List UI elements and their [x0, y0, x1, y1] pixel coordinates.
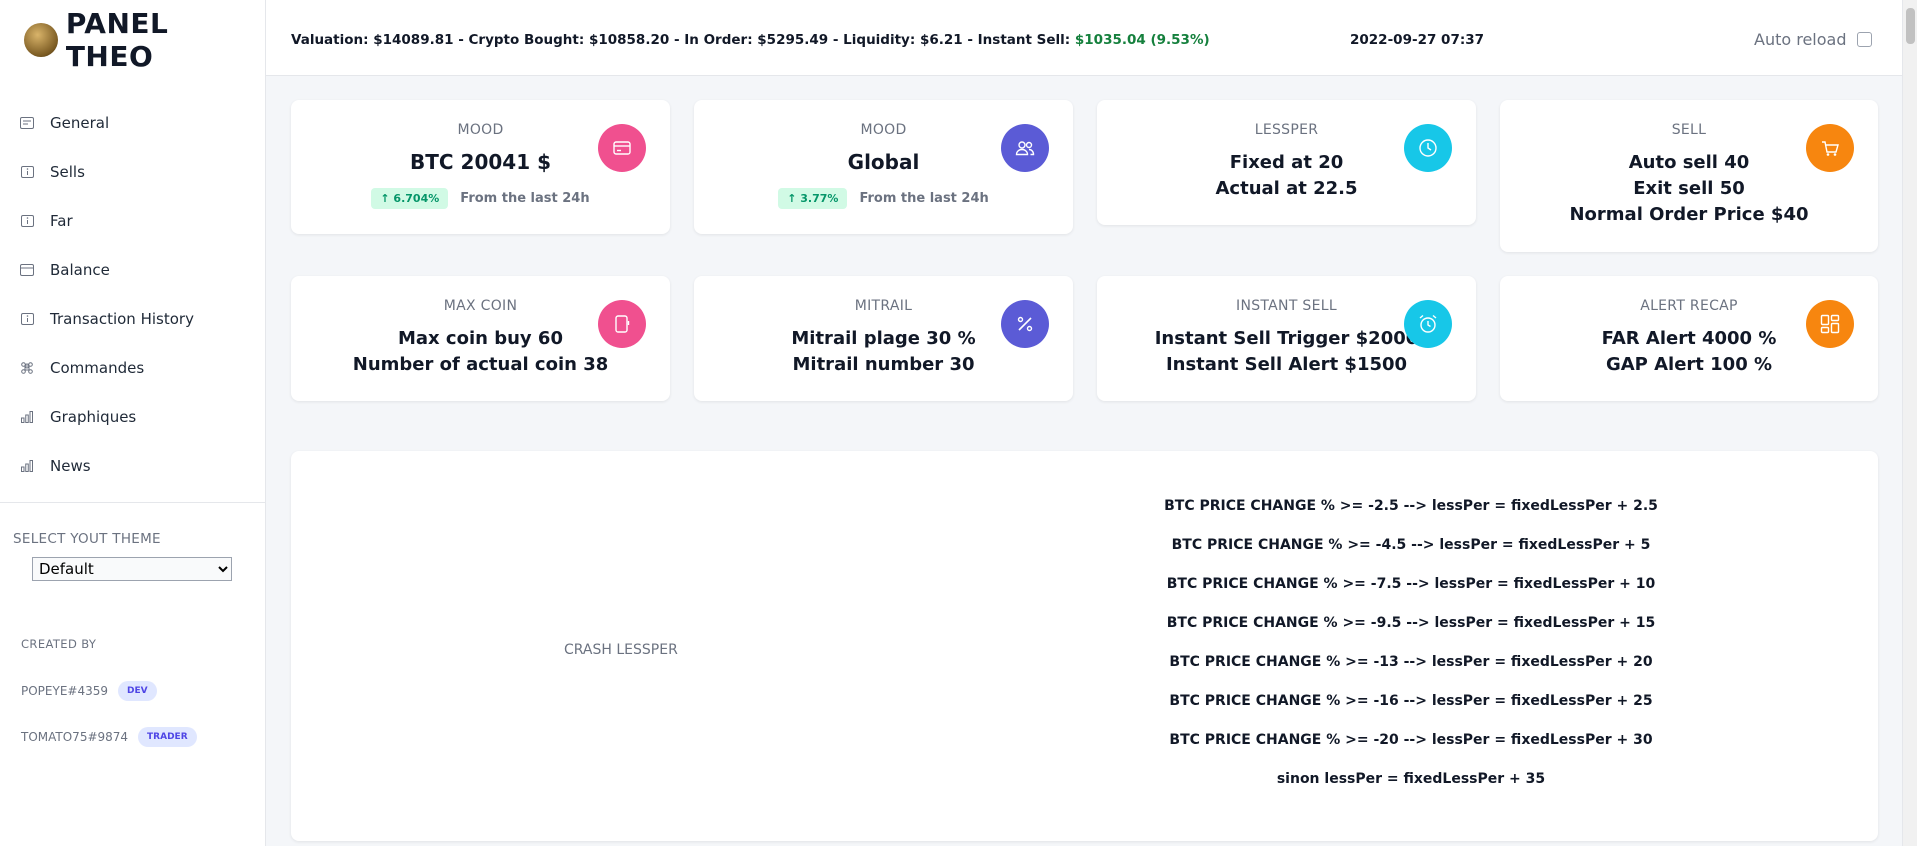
info-icon [20, 165, 34, 179]
sidebar-item-sells[interactable]: Sells [0, 147, 265, 196]
crash-rule: BTC PRICE CHANGE % >= -13 --> lessPer = … [1169, 654, 1653, 670]
sidebar-item-commandes[interactable]: Commandes [0, 343, 265, 392]
top-bar: Valuation: $14089.81 - Crypto Bought: $1… [266, 0, 1902, 76]
crash-rule: BTC PRICE CHANGE % >= -2.5 --> lessPer =… [1164, 498, 1658, 514]
auto-reload-checkbox[interactable] [1856, 32, 1872, 47]
crash-rule: BTC PRICE CHANGE % >= -4.5 --> lessPer =… [1171, 537, 1651, 553]
alarm-icon [1404, 300, 1452, 348]
sidebar-item-label: Balance [50, 260, 110, 279]
trend-text: From the last 24h [460, 191, 590, 206]
created-by-heading: CREATED BY [21, 637, 97, 651]
command-icon [20, 361, 34, 375]
trend-text: From the last 24h [859, 191, 989, 206]
crash-rule: sinon lessPer = fixedLessPer + 35 [1276, 771, 1546, 787]
datetime: 2022-09-27 07:37 [1350, 32, 1485, 48]
card-mood-btc: MOOD BTC 20041 $ ↑ 6.704% From the last … [291, 100, 670, 234]
tablet-icon [598, 300, 646, 348]
sidebar-item-label: Far [50, 211, 73, 230]
card-lessper: LESSPER Fixed at 20 Actual at 22.5 [1097, 100, 1476, 225]
card-max-coin: MAX COIN Max coin buy 60 Number of actua… [291, 276, 670, 401]
theme-select[interactable]: Default [32, 557, 232, 581]
sidebar-nav: General Sells Far Balance Transaction Hi… [0, 98, 265, 490]
card-line: Instant Sell Alert $1500 [1165, 354, 1408, 375]
card-mitrail: MITRAIL Mitrail plage 30 % Mitrail numbe… [694, 276, 1073, 401]
auto-reload-toggle[interactable]: Auto reload [1754, 30, 1872, 49]
sidebar-item-balance[interactable]: Balance [0, 245, 265, 294]
trend-badge: ↑ 3.77% [778, 188, 848, 209]
crash-rules: BTC PRICE CHANGE % >= -2.5 --> lessPer =… [1141, 497, 1681, 809]
crash-lessper-title: CRASH LESSPER [564, 642, 678, 658]
trend-badge: ↑ 6.704% [371, 188, 449, 209]
card-line: Number of actual coin 38 [352, 354, 609, 375]
bar-chart-icon [20, 459, 34, 473]
sidebar-item-label: News [50, 456, 91, 475]
cart-icon [1806, 124, 1854, 172]
portfolio-stats: Valuation: $14089.81 - Crypto Bought: $1… [291, 32, 1210, 48]
card-line: GAP Alert 100 % [1605, 354, 1773, 375]
card-alert-recap: ALERT RECAP FAR Alert 4000 % GAP Alert 1… [1500, 276, 1878, 401]
sidebar-item-general[interactable]: General [0, 98, 265, 147]
member-name: POPEYE#4359 [21, 684, 109, 698]
theme-label: SELECT YOUT THEME [13, 531, 161, 547]
coin-logo-icon [24, 23, 58, 57]
crash-rule: BTC PRICE CHANGE % >= -20 --> lessPer = … [1169, 732, 1653, 748]
bar-chart-icon [20, 410, 34, 424]
info-icon [20, 312, 34, 326]
info-icon [20, 214, 34, 228]
sidebar: PANEL THEO General Sells Far Balance Tra… [0, 0, 266, 846]
clock-icon [1404, 124, 1452, 172]
crash-rule: BTC PRICE CHANGE % >= -16 --> lessPer = … [1169, 693, 1653, 709]
crash-lessper-panel: CRASH LESSPER BTC PRICE CHANGE % >= -2.5… [291, 451, 1878, 841]
sidebar-item-label: General [50, 113, 110, 132]
team-member: POPEYE#4359 DEV [21, 681, 157, 701]
card-line: Mitrail number 30 [792, 354, 975, 375]
card-line: Actual at 22.5 [1215, 178, 1358, 199]
brand[interactable]: PANEL THEO [0, 0, 265, 80]
sidebar-item-label: Sells [50, 162, 85, 181]
sidebar-divider [0, 502, 266, 503]
card-instant-sell: INSTANT SELL Instant Sell Trigger $2000 … [1097, 276, 1476, 401]
sidebar-item-label: Commandes [50, 358, 145, 377]
trend: ↑ 6.704% From the last 24h [291, 188, 670, 209]
role-badge: TRADER [138, 727, 197, 747]
dashboard-icon [1806, 300, 1854, 348]
sidebar-item-label: Graphiques [50, 407, 137, 426]
auto-reload-label: Auto reload [1754, 30, 1847, 49]
member-name: TOMATO75#9874 [21, 730, 129, 744]
credit-card-icon [598, 124, 646, 172]
trend: ↑ 3.77% From the last 24h [694, 188, 1073, 209]
receipt-icon [20, 116, 34, 130]
users-icon [1001, 124, 1049, 172]
role-badge: DEV [118, 681, 157, 701]
stats-text: Valuation: $14089.81 - Crypto Bought: $1… [291, 32, 1075, 48]
sidebar-item-transaction-history[interactable]: Transaction History [0, 294, 265, 343]
card-sell: SELL Auto sell 40 Exit sell 50 Normal Or… [1500, 100, 1878, 252]
instant-sell-value: $1035.04 (9.53%) [1074, 32, 1210, 48]
scrollbar-thumb[interactable] [1906, 8, 1915, 44]
crash-rule: BTC PRICE CHANGE % >= -7.5 --> lessPer =… [1166, 576, 1656, 592]
sidebar-item-news[interactable]: News [0, 441, 265, 490]
sidebar-item-graphiques[interactable]: Graphiques [0, 392, 265, 441]
brand-title: PANEL THEO [65, 7, 169, 73]
credit-card-icon [20, 263, 34, 277]
percent-icon [1001, 300, 1049, 348]
card-line: Exit sell 50 [1633, 178, 1745, 199]
page-scrollbar[interactable] [1902, 0, 1917, 846]
card-mood-global: MOOD Global ↑ 3.77% From the last 24h [694, 100, 1073, 234]
sidebar-item-far[interactable]: Far [0, 196, 265, 245]
team-member: TOMATO75#9874 TRADER [21, 727, 197, 747]
crash-rule: BTC PRICE CHANGE % >= -9.5 --> lessPer =… [1166, 615, 1656, 631]
sidebar-item-label: Transaction History [50, 309, 194, 328]
card-line: Normal Order Price $40 [1569, 204, 1809, 225]
